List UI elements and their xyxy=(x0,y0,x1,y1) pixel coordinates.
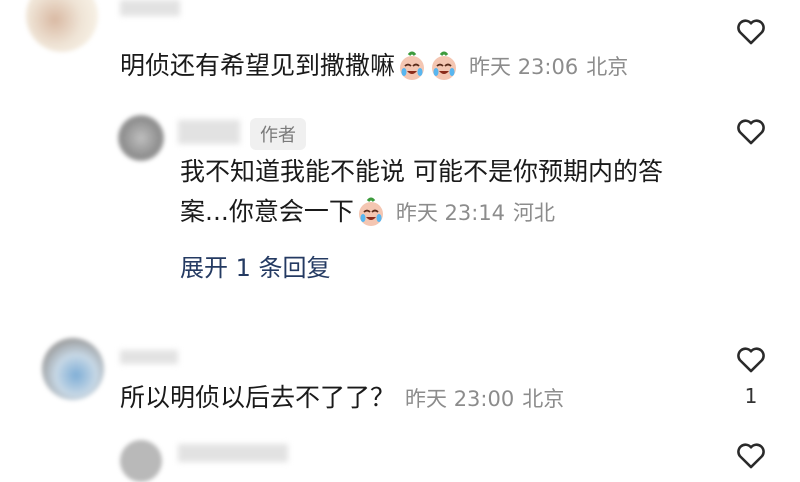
comment-time: 昨天 23:14 xyxy=(395,201,506,225)
comment-text: 所以明侦以后去不了了？ xyxy=(120,383,396,412)
comment-item: 明侦还有希望见到撒撒嘛 昨天 23:06 北京 xyxy=(0,0,800,100)
like-button[interactable] xyxy=(734,114,768,152)
cry-laugh-icon xyxy=(356,197,386,227)
avatar[interactable] xyxy=(120,440,162,482)
username[interactable] xyxy=(120,0,180,16)
comment-time: 昨天 23:06 xyxy=(469,55,579,79)
like-count: 1 xyxy=(744,384,758,408)
comment-text-line1: 我不知道我能不能说 可能不是你预期内的答 xyxy=(180,157,663,186)
heart-icon[interactable] xyxy=(734,342,768,376)
avatar[interactable] xyxy=(26,0,98,52)
heart-icon[interactable] xyxy=(734,114,768,148)
comment-location: 北京 xyxy=(586,55,629,79)
like-button[interactable] xyxy=(734,342,768,380)
comment-location: 北京 xyxy=(522,387,565,411)
comment-item xyxy=(0,434,800,482)
username[interactable] xyxy=(120,350,178,364)
avatar[interactable] xyxy=(42,338,104,400)
comment-body: 明侦还有希望见到撒撒嘛 昨天 23:06 北京 xyxy=(120,50,628,82)
comment-body: 案...你意会一下 昨天 23:14 河北 xyxy=(180,196,555,228)
expand-replies-link[interactable]: 展开 1 条回复 xyxy=(180,248,331,283)
comment-text-line2: 案...你意会一下 xyxy=(180,197,354,226)
like-button[interactable] xyxy=(734,14,768,52)
username[interactable] xyxy=(178,120,240,144)
heart-icon[interactable] xyxy=(734,14,768,48)
reply-item: 作者 我不知道我能不能说 可能不是你预期内的答 案...你意会一下 昨天 23:… xyxy=(0,100,800,300)
comment-time: 昨天 23:00 xyxy=(405,387,515,411)
comment-location: 河北 xyxy=(513,201,556,225)
comment-item: 所以明侦以后去不了了？ 昨天 23:00 北京 1 xyxy=(0,330,800,430)
author-badge: 作者 xyxy=(250,118,306,150)
cry-laugh-icon xyxy=(429,51,459,81)
heart-icon[interactable] xyxy=(734,438,768,472)
comment-body: 所以明侦以后去不了了？ 昨天 23:00 北京 xyxy=(120,382,564,414)
like-button[interactable] xyxy=(734,438,768,476)
avatar[interactable] xyxy=(118,115,164,161)
username[interactable] xyxy=(178,444,288,462)
cry-laugh-icon xyxy=(397,51,427,81)
comment-text: 明侦还有希望见到撒撒嘛 xyxy=(120,51,396,80)
